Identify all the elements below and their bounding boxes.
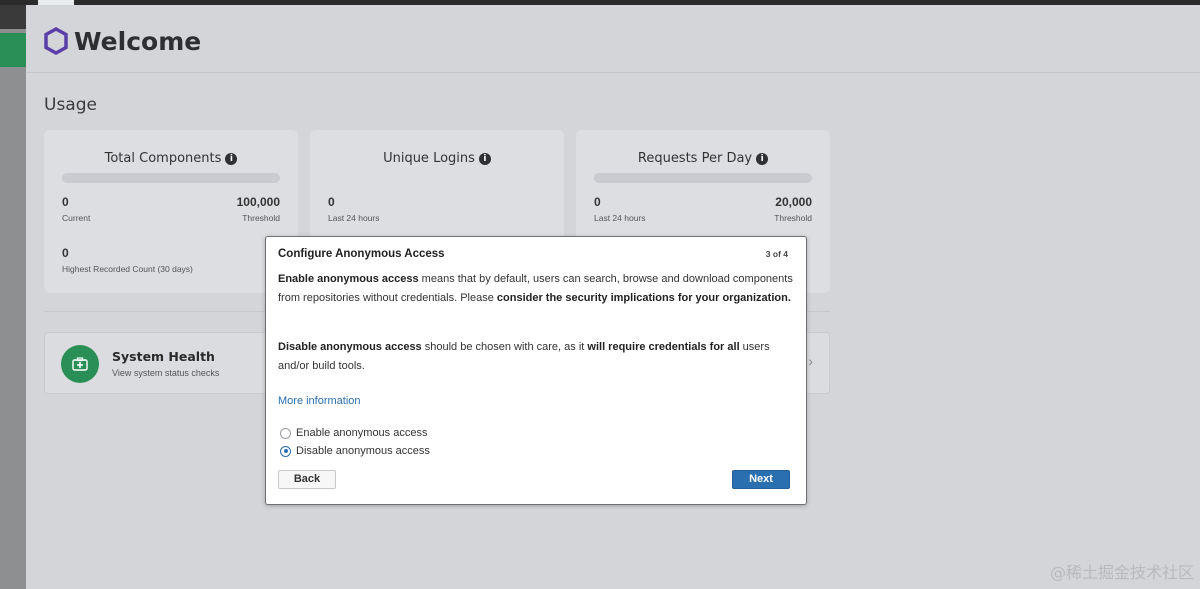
- radio-label: Disable anonymous access: [296, 445, 430, 457]
- back-button[interactable]: Back: [278, 470, 336, 489]
- enable-description: Enable anonymous access means that by de…: [278, 273, 793, 304]
- enable-anonymous-radio[interactable]: Enable anonymous access: [280, 427, 427, 439]
- logins-label: Last 24 hours: [328, 213, 380, 223]
- threshold-value: 100,000: [236, 195, 280, 209]
- more-information-link[interactable]: More information: [278, 395, 361, 407]
- logins-value: 0: [328, 195, 335, 209]
- nav-rail-top[interactable]: [0, 5, 26, 29]
- page-header: Welcome: [26, 5, 1200, 73]
- usage-progress-bar: [594, 173, 812, 183]
- hexagon-logo-icon: [44, 27, 68, 55]
- highest-count-label: Highest Recorded Count (30 days): [62, 264, 193, 274]
- system-health-subtitle: View system status checks: [112, 368, 220, 378]
- watermark: @稀土掘金技术社区: [1049, 563, 1194, 582]
- card-title: Requests Per Day i: [576, 151, 830, 166]
- usage-card-total-components: Total Components i 0 100,000 Current Thre…: [44, 130, 298, 293]
- system-health-icon-circle: [61, 345, 99, 383]
- dialog-title: Configure Anonymous Access: [278, 248, 445, 260]
- threshold-label: Threshold: [242, 213, 280, 223]
- card-title: Total Components i: [44, 151, 298, 166]
- requests-value: 0: [594, 195, 601, 209]
- threshold-label: Threshold: [774, 213, 812, 223]
- current-label: Current: [62, 213, 91, 223]
- usage-progress-bar: [62, 173, 280, 183]
- info-icon[interactable]: i: [756, 152, 769, 165]
- medical-kit-icon: [72, 357, 88, 371]
- threshold-value: 20,000: [775, 195, 812, 209]
- requests-label: Last 24 hours: [594, 213, 646, 223]
- radio-button-selected[interactable]: [280, 445, 291, 457]
- step-indicator: 3 of 4: [765, 249, 788, 259]
- highest-count-value: 0: [62, 246, 69, 260]
- usage-section-title: Usage: [44, 95, 97, 115]
- disable-description: Disable anonymous access should be chose…: [278, 341, 770, 372]
- radio-label: Enable anonymous access: [296, 427, 428, 439]
- nav-rail-active-item[interactable]: [0, 33, 26, 67]
- left-nav-rail: [0, 5, 26, 589]
- info-icon[interactable]: i: [225, 152, 238, 165]
- chevron-right-icon: ›: [808, 353, 813, 369]
- radio-button[interactable]: [280, 427, 291, 439]
- info-icon[interactable]: i: [478, 152, 491, 165]
- system-health-title: System Health: [112, 349, 215, 364]
- card-title: Unique Logins i: [310, 151, 564, 166]
- current-value: 0: [62, 195, 69, 209]
- page-title: Welcome: [74, 27, 202, 56]
- next-button[interactable]: Next: [732, 470, 790, 489]
- disable-anonymous-radio[interactable]: Disable anonymous access: [280, 445, 430, 457]
- configure-anonymous-access-dialog: Configure Anonymous Access 3 of 4 Enable…: [265, 236, 807, 505]
